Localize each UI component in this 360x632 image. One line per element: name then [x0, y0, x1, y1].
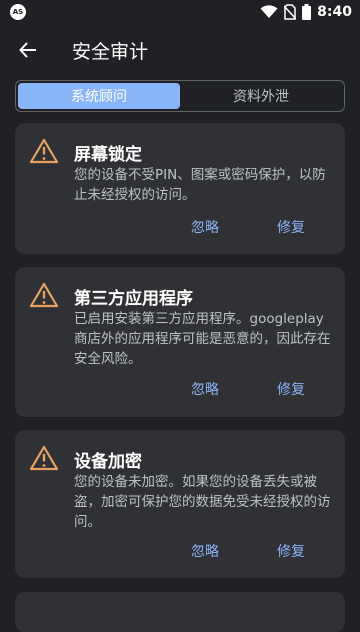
card-title: 设备加密	[74, 452, 142, 472]
warning-icon	[29, 445, 59, 471]
ignore-button[interactable]: 忽略	[191, 379, 219, 399]
card-description: 已启用安装第三方应用程序。googleplay商店外的应用程序可能是恶意的，因此…	[74, 311, 331, 367]
tab-data-breach[interactable]: 资料外泄	[180, 83, 342, 109]
status-icons: 8:40	[260, 4, 352, 20]
ignore-button[interactable]: 忽略	[191, 541, 219, 561]
app-bar: 安全审计	[0, 24, 360, 76]
as-badge-icon: AS	[10, 4, 26, 20]
tab-bar: 系统顾问 资料外泄	[15, 80, 345, 112]
card-title: 第三方应用程序	[74, 289, 193, 309]
warning-icon	[29, 282, 59, 308]
tab-system-advisor[interactable]: 系统顾问	[18, 83, 180, 109]
battery-icon	[302, 4, 312, 20]
card-description: 您的设备未加密。如果您的设备丢失或被盗，加密可保护您的数据免受未经授权的访问。	[74, 474, 331, 530]
page-title: 安全审计	[72, 40, 149, 63]
card-actions: 忽略 修复	[191, 379, 305, 399]
fix-button[interactable]: 修复	[277, 217, 305, 237]
fix-button[interactable]: 修复	[277, 541, 305, 561]
fix-button[interactable]: 修复	[277, 379, 305, 399]
card-actions: 忽略 修复	[191, 217, 305, 237]
audit-card-device-encryption: 设备加密 您的设备未加密。如果您的设备丢失或被盗，加密可保护您的数据免受未经授权…	[15, 430, 345, 578]
card-actions: 忽略 修复	[191, 541, 305, 561]
audit-card-partial	[15, 592, 345, 632]
wifi-icon	[260, 5, 278, 18]
card-description: 您的设备不受PIN、图案或密码保护，以防止未经授权的访问。	[74, 167, 326, 203]
clock: 8:40	[317, 4, 352, 20]
warning-icon	[29, 138, 59, 164]
status-bar: AS 8:40	[0, 0, 360, 24]
audit-card-third-party-apps: 第三方应用程序 已启用安装第三方应用程序。googleplay商店外的应用程序可…	[15, 267, 345, 417]
back-button[interactable]	[16, 38, 40, 62]
ignore-button[interactable]: 忽略	[191, 217, 219, 237]
card-title: 屏幕锁定	[74, 145, 142, 165]
no-sim-icon	[284, 4, 297, 20]
audit-card-screen-lock: 屏幕锁定 您的设备不受PIN、图案或密码保护，以防止未经授权的访问。 忽略 修复	[15, 123, 345, 254]
back-arrow-icon	[19, 42, 36, 58]
